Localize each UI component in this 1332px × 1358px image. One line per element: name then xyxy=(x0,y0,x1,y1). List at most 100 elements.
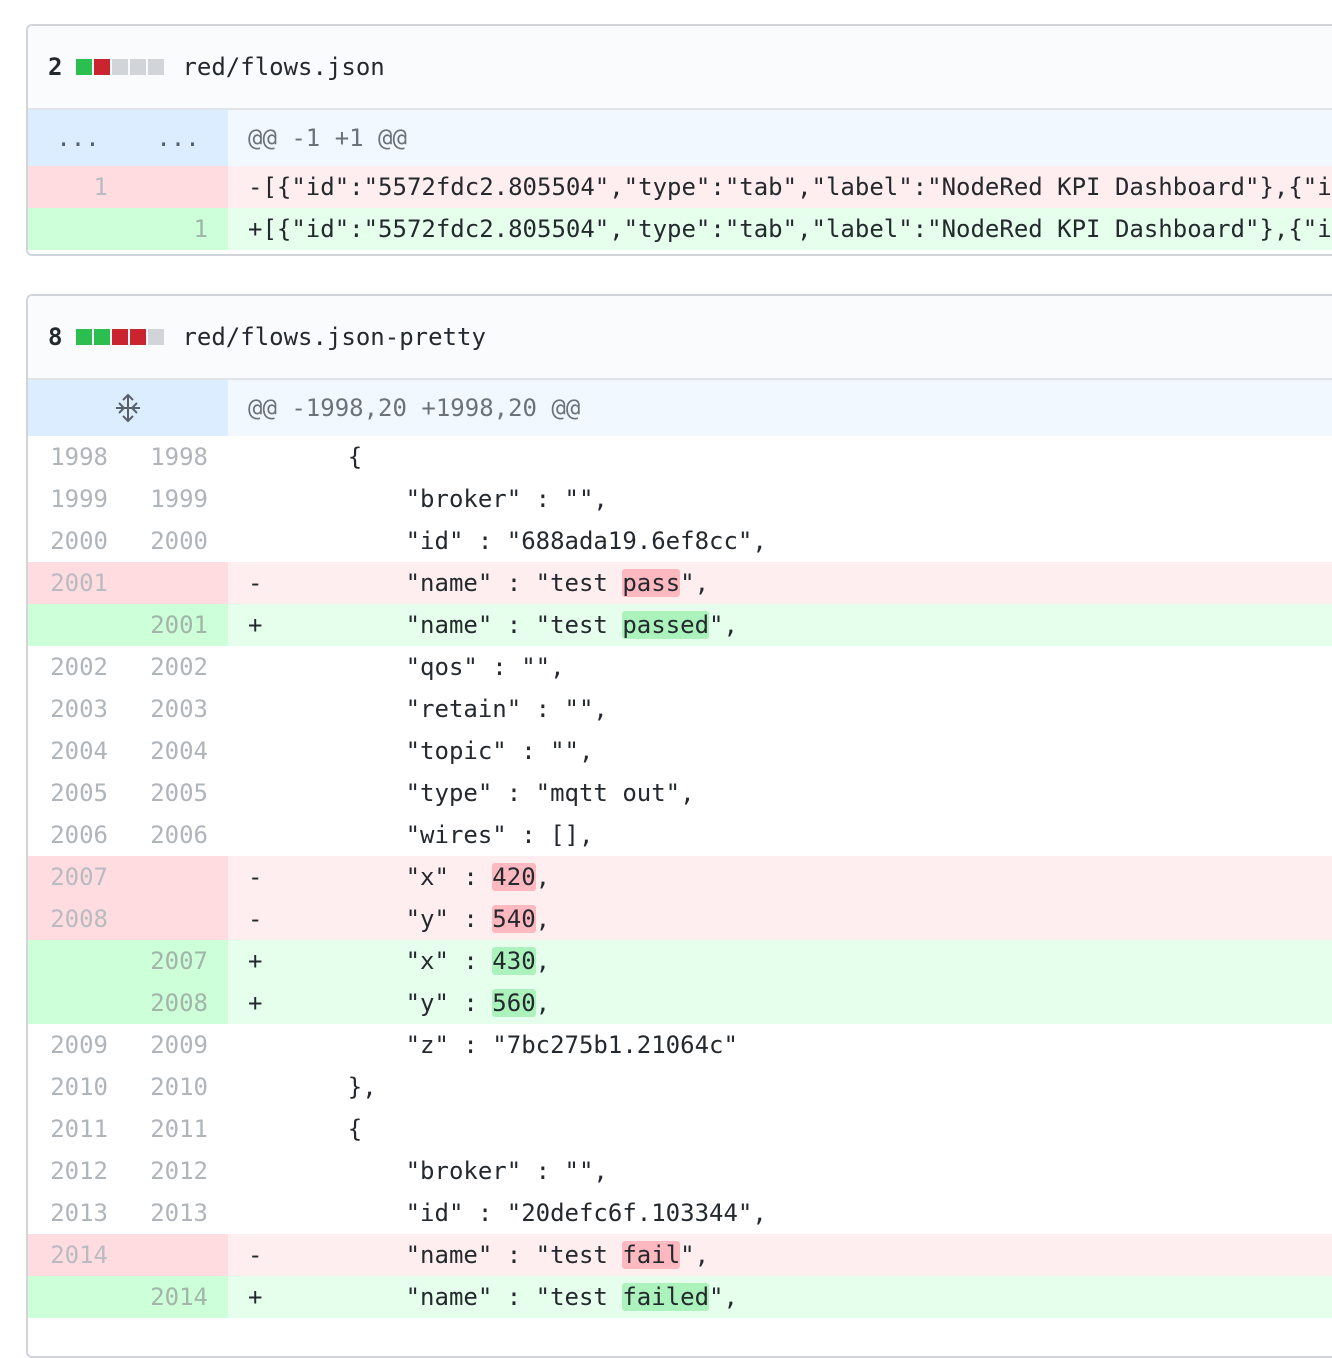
new-line-number[interactable]: 1998 xyxy=(128,436,228,478)
code-text: { xyxy=(290,1115,363,1143)
new-line-number[interactable] xyxy=(128,898,228,940)
new-line-number[interactable] xyxy=(128,166,228,208)
old-line-number[interactable]: 1 xyxy=(28,166,128,208)
code-text: }, xyxy=(290,1073,377,1101)
old-line-number[interactable]: 2010 xyxy=(28,1066,128,1108)
old-line-number[interactable]: 1998 xyxy=(28,436,128,478)
hunk-header: ... ... @@ -1 +1 @@ xyxy=(28,110,1332,166)
old-line-number[interactable]: 2000 xyxy=(28,520,128,562)
expand-down-button[interactable]: ... xyxy=(128,110,228,166)
code-line: "topic" : "", xyxy=(228,730,1332,772)
changed-word-highlight: fail xyxy=(622,1241,681,1269)
diff-line-ctx: 2013 2013 "id" : "20defc6f.103344", xyxy=(28,1192,1332,1234)
new-line-number[interactable]: 2012 xyxy=(128,1150,228,1192)
new-line-number[interactable]: 2000 xyxy=(128,520,228,562)
old-line-number[interactable]: 2009 xyxy=(28,1024,128,1066)
new-line-number[interactable]: 2003 xyxy=(128,688,228,730)
diff-line-add: 2014 + "name" : "test failed", xyxy=(28,1276,1332,1318)
old-line-number[interactable] xyxy=(28,208,128,250)
diffstat-square xyxy=(94,329,111,345)
old-line-number[interactable]: 1999 xyxy=(28,478,128,520)
diff-line-del: 2001 - "name" : "test pass", xyxy=(28,562,1332,604)
code-line: + "y" : 560, xyxy=(228,982,1332,1024)
new-line-number[interactable]: 2009 xyxy=(128,1024,228,1066)
code-line: "wires" : [], xyxy=(228,814,1332,856)
unfold-icon xyxy=(116,393,140,423)
diff-line-add: 1 +[{"id":"5572fdc2.805504","type":"tab",… xyxy=(28,208,1332,250)
code-line: }, xyxy=(228,1066,1332,1108)
code-text: , xyxy=(535,905,551,933)
new-line-number[interactable] xyxy=(128,562,228,604)
expand-up-button[interactable]: ... xyxy=(28,110,128,166)
file-name-link[interactable]: red/flows.json-pretty xyxy=(182,323,485,351)
new-line-number[interactable]: 1999 xyxy=(128,478,228,520)
file-name-link[interactable]: red/flows.json xyxy=(182,53,384,81)
old-line-number[interactable]: 2014 xyxy=(28,1234,128,1276)
old-line-number[interactable]: 2011 xyxy=(28,1108,128,1150)
code-line: "z" : "7bc275b1.21064c" xyxy=(228,1024,1332,1066)
code-text: "qos" : "", xyxy=(290,653,565,681)
diff-line-ctx: 2012 2012 "broker" : "", xyxy=(28,1150,1332,1192)
new-line-number[interactable]: 2002 xyxy=(128,646,228,688)
hunk-range: @@ -1998,20 +1998,20 @@ xyxy=(228,380,1332,436)
file-header[interactable]: 2 red/flows.json xyxy=(28,26,1332,110)
file-header[interactable]: 8 red/flows.json-pretty xyxy=(28,296,1332,380)
diff-marker: - xyxy=(248,863,263,891)
old-line-number[interactable]: 2004 xyxy=(28,730,128,772)
old-line-number[interactable]: 2007 xyxy=(28,856,128,898)
new-line-number[interactable]: 2007 xyxy=(128,940,228,982)
old-line-number[interactable]: 2001 xyxy=(28,562,128,604)
diff-line-add: 2007 + "x" : 430, xyxy=(28,940,1332,982)
old-line-number[interactable]: 2003 xyxy=(28,688,128,730)
change-count: 2 xyxy=(48,53,63,81)
new-line-number[interactable] xyxy=(128,1234,228,1276)
diff-lines: 1998 1998 {1999 1999 "broker" : "", 2000 200… xyxy=(28,436,1332,1318)
new-line-number[interactable]: 2004 xyxy=(128,730,228,772)
old-line-number[interactable] xyxy=(28,1276,128,1318)
expand-icon[interactable] xyxy=(28,380,228,436)
old-line-number[interactable]: 2008 xyxy=(28,898,128,940)
diff-marker: + xyxy=(248,989,263,1017)
diff-marker: + xyxy=(248,947,263,975)
new-line-number[interactable]: 2001 xyxy=(128,604,228,646)
code-line: - "y" : 540, xyxy=(228,898,1332,940)
new-line-number[interactable]: 2005 xyxy=(128,772,228,814)
code-line: - "x" : 420, xyxy=(228,856,1332,898)
diff-file-flows-json-pretty: 8 red/flows.json-pretty @@ -1998,20 +199… xyxy=(26,294,1332,1358)
old-line-number[interactable]: 2002 xyxy=(28,646,128,688)
diffstat-square xyxy=(112,59,129,75)
new-line-number[interactable]: 2010 xyxy=(128,1066,228,1108)
diff-line-del: 1 -[{"id":"5572fdc2.805504","type":"tab",… xyxy=(28,166,1332,208)
diff-marker: + xyxy=(248,611,263,639)
code-text: "topic" : "", xyxy=(290,737,594,765)
diff-line-del: 2007 - "x" : 420, xyxy=(28,856,1332,898)
code-line: +[{"id":"5572fdc2.805504","type":"tab","… xyxy=(228,208,1332,250)
code-text: "z" : "7bc275b1.21064c" xyxy=(290,1031,738,1059)
code-line: + "name" : "test passed", xyxy=(228,604,1332,646)
old-line-number[interactable] xyxy=(28,982,128,1024)
old-line-number[interactable]: 2005 xyxy=(28,772,128,814)
new-line-number[interactable]: 2011 xyxy=(128,1108,228,1150)
old-line-number[interactable] xyxy=(28,940,128,982)
code-line: "broker" : "", xyxy=(228,1150,1332,1192)
old-line-number[interactable]: 2012 xyxy=(28,1150,128,1192)
new-line-number[interactable]: 2008 xyxy=(128,982,228,1024)
diffstat xyxy=(76,329,166,345)
new-line-number[interactable]: 2014 xyxy=(128,1276,228,1318)
diff-marker: + xyxy=(248,1283,263,1311)
code-line: "qos" : "", xyxy=(228,646,1332,688)
new-line-number[interactable]: 1 xyxy=(128,208,228,250)
old-line-number[interactable]: 2013 xyxy=(28,1192,128,1234)
old-line-number[interactable]: 2006 xyxy=(28,814,128,856)
diffstat-square xyxy=(130,329,147,345)
new-line-number[interactable]: 2013 xyxy=(128,1192,228,1234)
code-text: "type" : "mqtt out", xyxy=(290,779,695,807)
code-text: "name" : "test xyxy=(290,1283,623,1311)
new-line-number[interactable]: 2006 xyxy=(128,814,228,856)
old-line-number[interactable] xyxy=(28,604,128,646)
diff-line-ctx: 2000 2000 "id" : "688ada19.6ef8cc", xyxy=(28,520,1332,562)
new-line-number[interactable] xyxy=(128,856,228,898)
changed-word-highlight: passed xyxy=(622,611,710,639)
diff-line-ctx: 2011 2011 { xyxy=(28,1108,1332,1150)
code-text: "x" : xyxy=(290,863,493,891)
